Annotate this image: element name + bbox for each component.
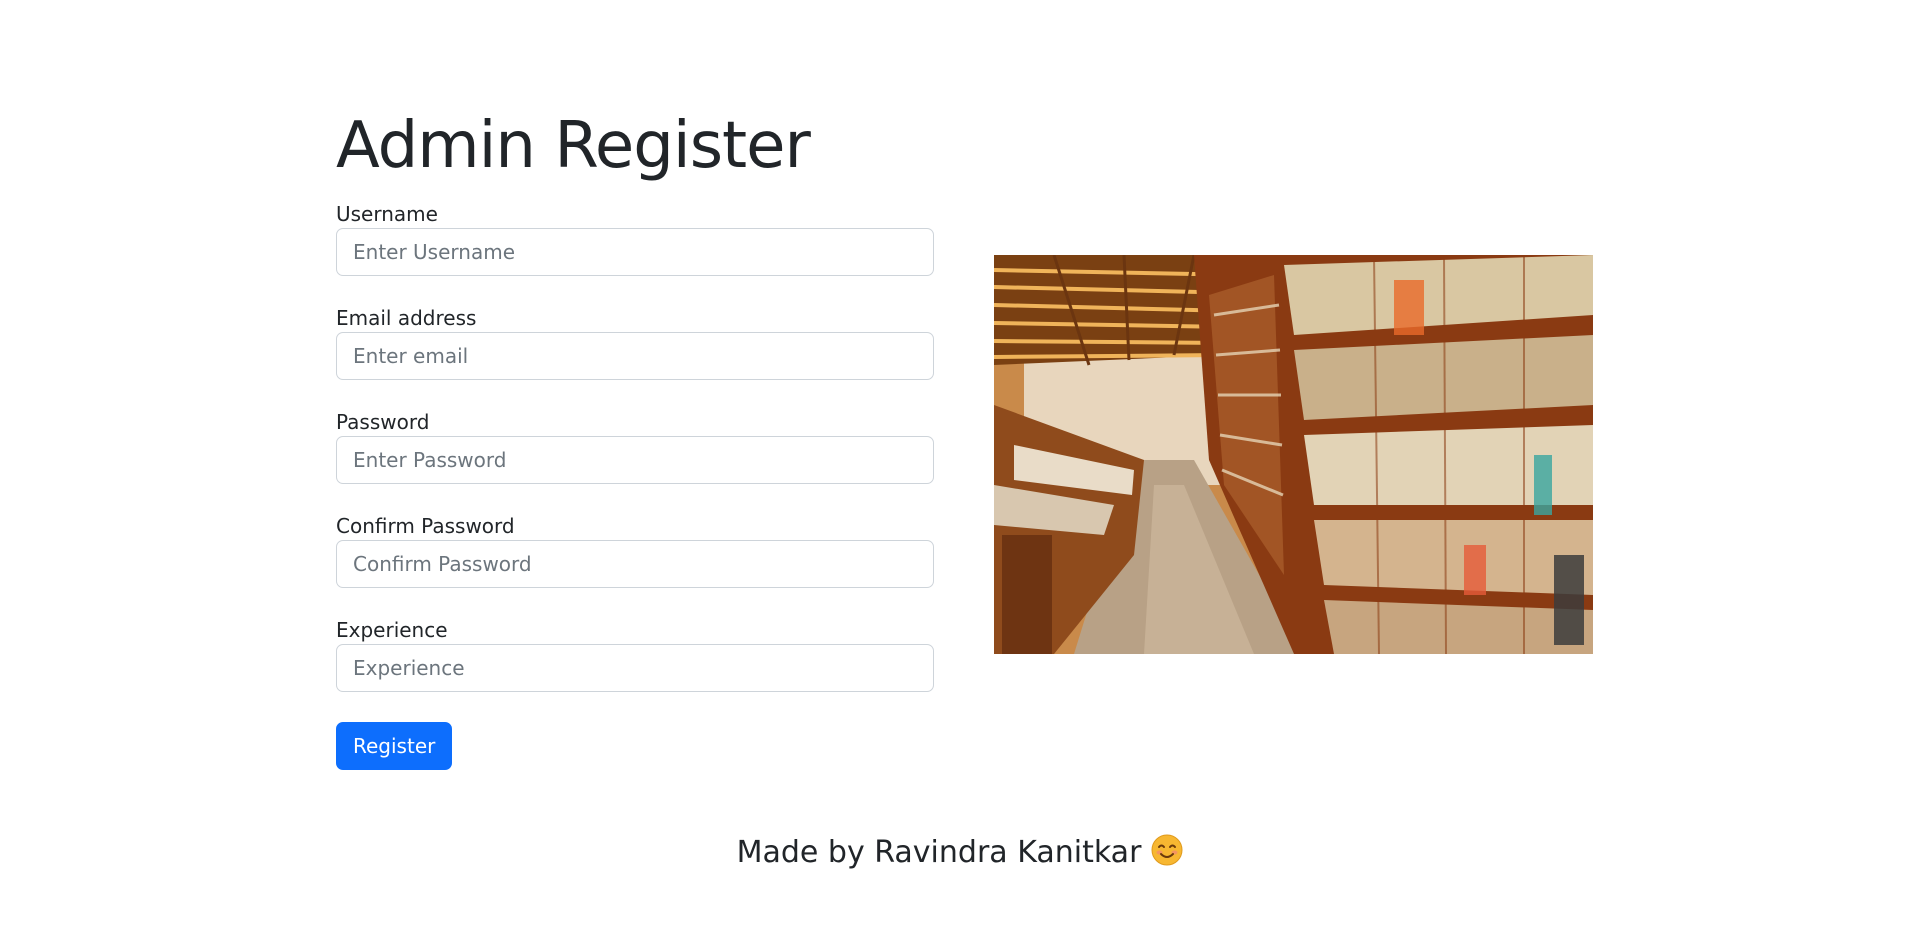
confirm-password-label: Confirm Password <box>336 514 515 538</box>
password-input[interactable] <box>336 436 934 484</box>
email-group: Email address <box>336 306 934 380</box>
username-group: Username <box>336 202 934 276</box>
bookstore-illustration <box>994 255 1593 654</box>
experience-group: Experience <box>336 618 934 692</box>
smiling-face-icon <box>1151 834 1183 875</box>
username-input[interactable] <box>336 228 934 276</box>
password-label: Password <box>336 410 430 434</box>
bookstore-image <box>994 255 1593 654</box>
username-label: Username <box>336 202 438 226</box>
password-group: Password <box>336 410 934 484</box>
experience-label: Experience <box>336 618 448 642</box>
confirm-password-input[interactable] <box>336 540 934 588</box>
register-form: Username Email address Password Confirm … <box>336 202 934 770</box>
register-button[interactable]: Register <box>336 722 453 770</box>
confirm-password-group: Confirm Password <box>336 514 934 588</box>
page-title: Admin Register <box>336 109 811 183</box>
email-input[interactable] <box>336 332 934 380</box>
footer-credit: Made by Ravindra Kanitkar <box>736 835 1142 870</box>
email-label: Email address <box>336 306 477 330</box>
admin-register-page: Admin Register Username Email address Pa… <box>0 0 1920 932</box>
footer: Made by Ravindra Kanitkar <box>0 834 1920 875</box>
experience-input[interactable] <box>336 644 934 692</box>
